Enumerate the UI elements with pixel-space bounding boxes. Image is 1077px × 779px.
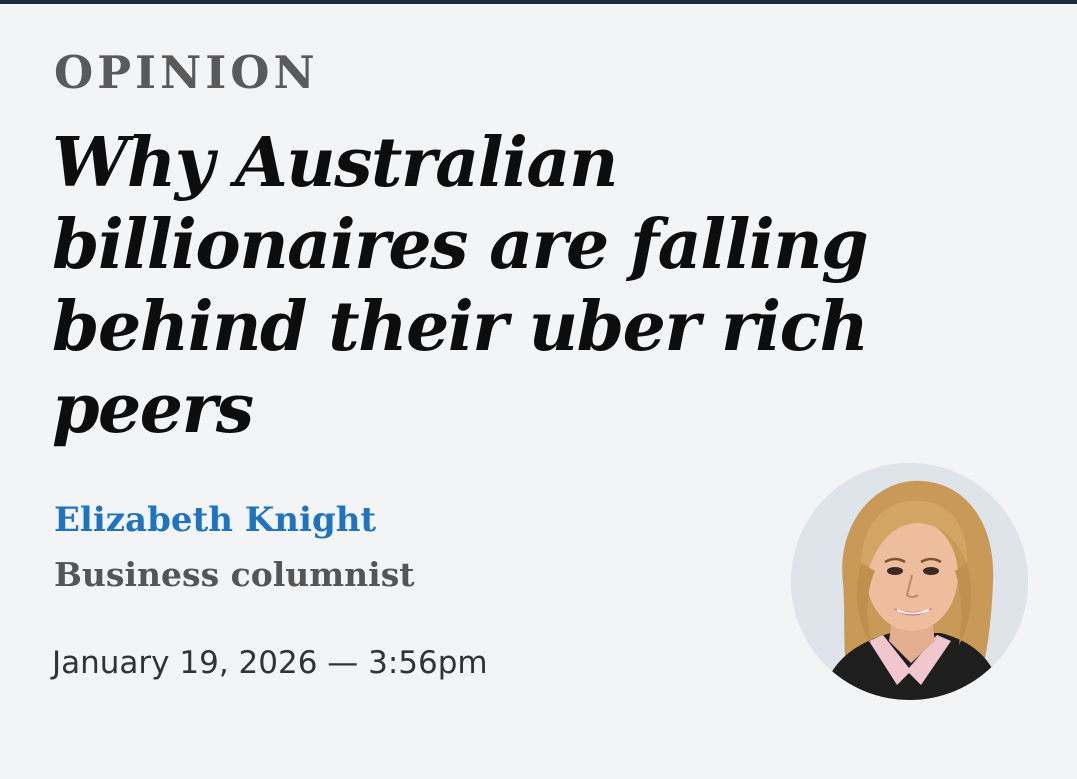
author-name-link[interactable]: Elizabeth Knight xyxy=(54,500,415,541)
section-kicker[interactable]: OPINION xyxy=(54,48,319,98)
article-headline: Why Australian billionaires are falling … xyxy=(52,123,869,449)
author-avatar[interactable] xyxy=(791,463,1028,700)
author-portrait-icon xyxy=(791,463,1028,700)
publish-timestamp: January 19, 2026 — 3:56pm xyxy=(52,645,488,681)
byline: Elizabeth Knight Business columnist xyxy=(54,500,415,594)
top-rule xyxy=(0,0,1077,4)
author-role: Business columnist xyxy=(54,554,415,594)
